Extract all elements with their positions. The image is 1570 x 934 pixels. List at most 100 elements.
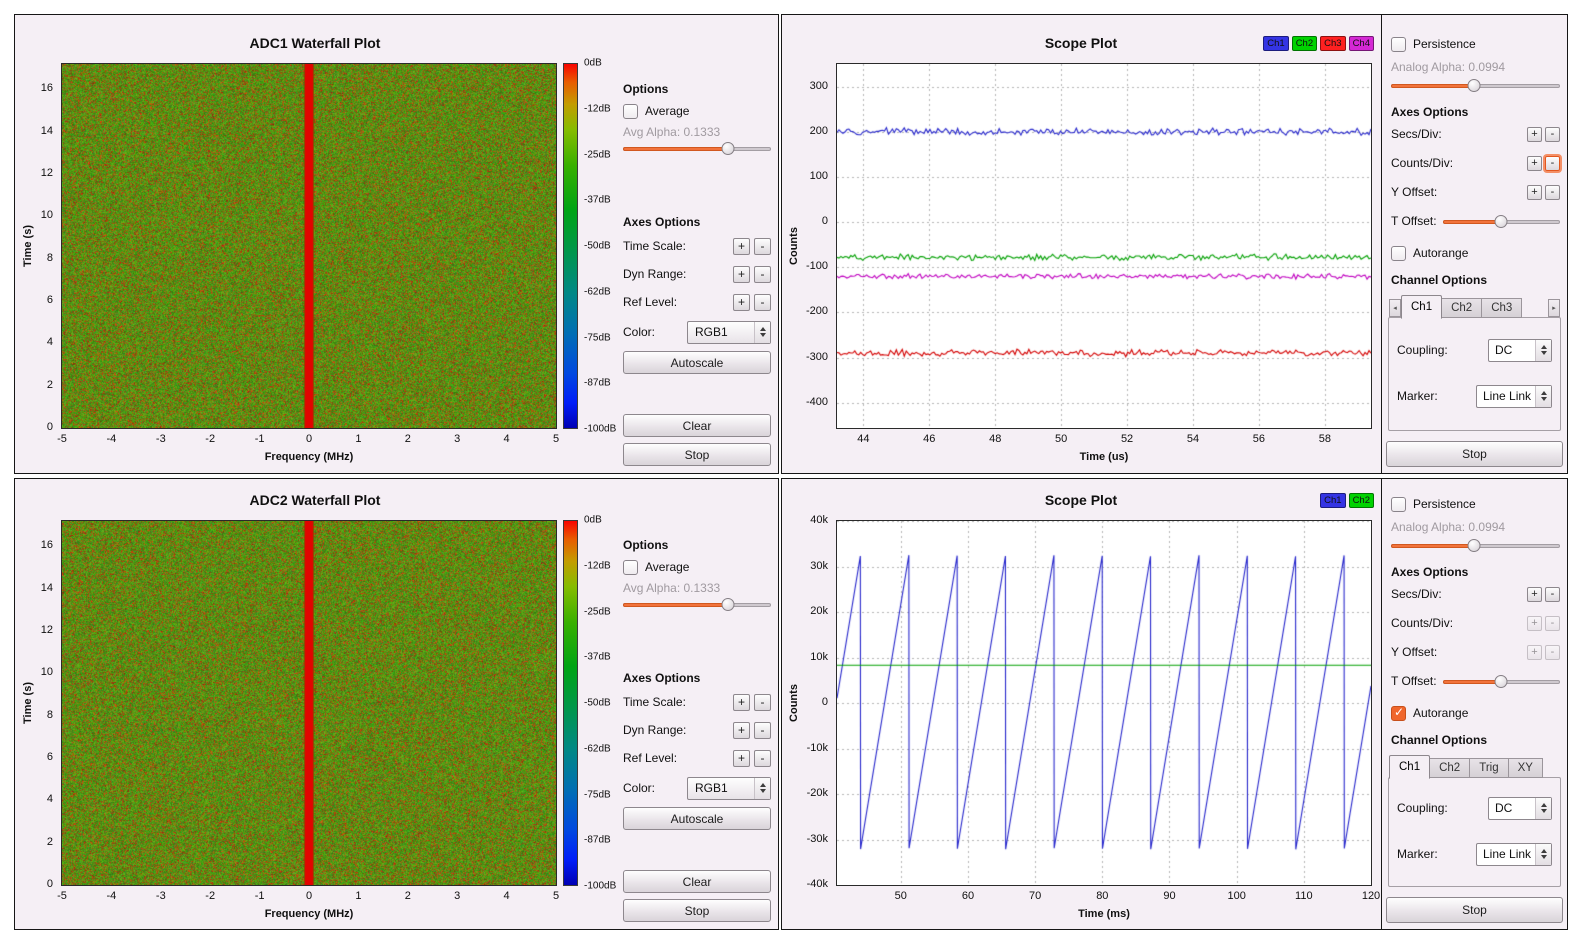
axes-options-header: Axes Options [1391,103,1560,121]
scope1-panel: Scope Plot Ch1Ch2Ch3Ch4 Counts 300200100… [781,14,1568,474]
secs-div-plus-button[interactable]: + [1527,587,1542,602]
autorange-checkbox[interactable] [1391,706,1406,721]
secs-div-plus-button[interactable]: + [1527,127,1542,142]
t-offset-label: T Offset: [1391,674,1437,688]
legend-ch1[interactable]: Ch1 [1263,36,1288,51]
marker-select[interactable]: Line Link [1476,843,1552,866]
colorbar-tick-label: -87dB [584,378,611,389]
counts-div-plus-button[interactable]: + [1527,616,1542,631]
time-scale-minus-button[interactable]: - [754,238,771,255]
marker-select[interactable]: Line Link [1476,385,1552,408]
scope1-canvas[interactable] [837,64,1371,428]
time-scale-plus-button[interactable]: + [733,694,750,711]
clear-button[interactable]: Clear [623,414,771,437]
color-combobox[interactable]: RGB1 [687,777,771,800]
tick-label: -3 [156,890,166,902]
tab-ch2[interactable]: Ch2 [1430,758,1470,778]
waterfall1-canvas[interactable] [62,64,556,428]
counts-div-minus-button[interactable]: - [1545,616,1560,631]
time-scale-minus-button[interactable]: - [754,694,771,711]
autoscale-button[interactable]: Autoscale [623,351,771,374]
ref-level-plus-button[interactable]: + [733,294,750,311]
counts-div-plus-button[interactable]: + [1527,156,1542,171]
persistence-checkbox[interactable] [1391,497,1406,512]
time-scale-plus-button[interactable]: + [733,238,750,255]
slider-handle[interactable] [1495,215,1508,228]
autorange-checkbox[interactable] [1391,246,1406,261]
ref-level-minus-button[interactable]: - [754,750,771,767]
coupling-select[interactable]: DC [1488,797,1552,820]
clear-button[interactable]: Clear [623,870,771,893]
t-offset-slider[interactable] [1443,214,1560,229]
tab-ch1[interactable]: Ch1 [1401,295,1442,319]
average-checkbox[interactable] [623,560,638,575]
legend-ch4[interactable]: Ch4 [1349,36,1374,51]
persistence-checkbox[interactable] [1391,37,1406,52]
analog-alpha-slider[interactable] [1391,538,1560,553]
secs-div-minus-button[interactable]: - [1545,127,1560,142]
stop-button[interactable]: Stop [1386,441,1563,467]
legend-ch1[interactable]: Ch1 [1320,493,1345,508]
slider-handle[interactable] [722,598,735,611]
slider-handle[interactable] [1495,675,1508,688]
analog-alpha-slider[interactable] [1391,78,1560,93]
tick-label: 100 [810,170,828,182]
tab-ch3[interactable]: Ch3 [1482,298,1522,318]
dyn-range-plus-button[interactable]: + [733,722,750,739]
dyn-range-plus-button[interactable]: + [733,266,750,283]
y-offset-minus-button[interactable]: - [1545,645,1560,660]
slider-handle[interactable] [1467,539,1480,552]
legend-ch3[interactable]: Ch3 [1320,36,1345,51]
y-offset-plus-button[interactable]: + [1527,185,1542,200]
scope2-canvas[interactable] [837,521,1371,885]
color-row: Color: RGB1 [623,776,771,800]
colorbar-tick-label: -75dB [584,789,611,800]
colorbar-tick-label: -25dB [584,606,611,617]
colorbar-tick-label: -25dB [584,149,611,160]
secs-div-label: Secs/Div: [1391,587,1524,601]
tab-scroll-right-icon[interactable]: ▸ [1548,299,1560,317]
legend-ch2[interactable]: Ch2 [1292,36,1317,51]
tab-scroll-left-icon[interactable]: ◂ [1389,299,1401,317]
dyn-range-minus-button[interactable]: - [754,722,771,739]
y-offset-plus-button[interactable]: + [1527,645,1542,660]
tick-label: 300 [810,80,828,92]
tab-ch2[interactable]: Ch2 [1442,298,1482,318]
ref-level-plus-button[interactable]: + [733,750,750,767]
waterfall2-colorbar [563,520,578,886]
y-offset-minus-button[interactable]: - [1545,185,1560,200]
stop-button[interactable]: Stop [623,443,771,466]
tab-xy[interactable]: XY [1509,758,1543,778]
ref-level-minus-button[interactable]: - [754,294,771,311]
color-combobox[interactable]: RGB1 [687,321,771,344]
tab-ch1[interactable]: Ch1 [1389,755,1430,779]
secs-div-row: Secs/Div: + - [1391,125,1560,143]
adc1-waterfall-panel: ADC1 Waterfall Plot Time (s) 02468101214… [14,14,779,474]
legend-ch2[interactable]: Ch2 [1349,493,1374,508]
tab-trig[interactable]: Trig [1470,758,1508,778]
dyn-range-label: Dyn Range: [623,723,729,737]
stop-button[interactable]: Stop [623,899,771,922]
secs-div-minus-button[interactable]: - [1545,587,1560,602]
average-checkbox[interactable] [623,104,638,119]
counts-div-minus-button[interactable]: - [1545,156,1560,171]
time-scale-row: Time Scale: + - [623,692,771,712]
slider-handle[interactable] [1467,79,1480,92]
y-offset-row: Y Offset: + - [1391,183,1560,201]
average-row: Average [623,101,771,121]
waterfall2-canvas[interactable] [62,521,556,885]
dyn-range-minus-button[interactable]: - [754,266,771,283]
autoscale-button[interactable]: Autoscale [623,807,771,830]
avg-alpha-slider[interactable] [623,597,771,612]
t-offset-slider[interactable] [1443,674,1560,689]
scope1-y-ticks: 3002001000-100-200-300-400 [782,63,832,427]
coupling-select[interactable]: DC [1488,339,1552,362]
color-combobox-value: RGB1 [695,781,750,795]
scope2-panel: Scope Plot Ch1Ch2 Counts 40k30k20k10k0-1… [781,478,1568,930]
coupling-label: Coupling: [1397,801,1448,815]
slider-handle[interactable] [722,142,735,155]
avg-alpha-slider[interactable] [623,141,771,156]
stop-button[interactable]: Stop [1386,897,1563,923]
persistence-label: Persistence [1413,37,1476,51]
tick-label: 30k [810,560,828,572]
